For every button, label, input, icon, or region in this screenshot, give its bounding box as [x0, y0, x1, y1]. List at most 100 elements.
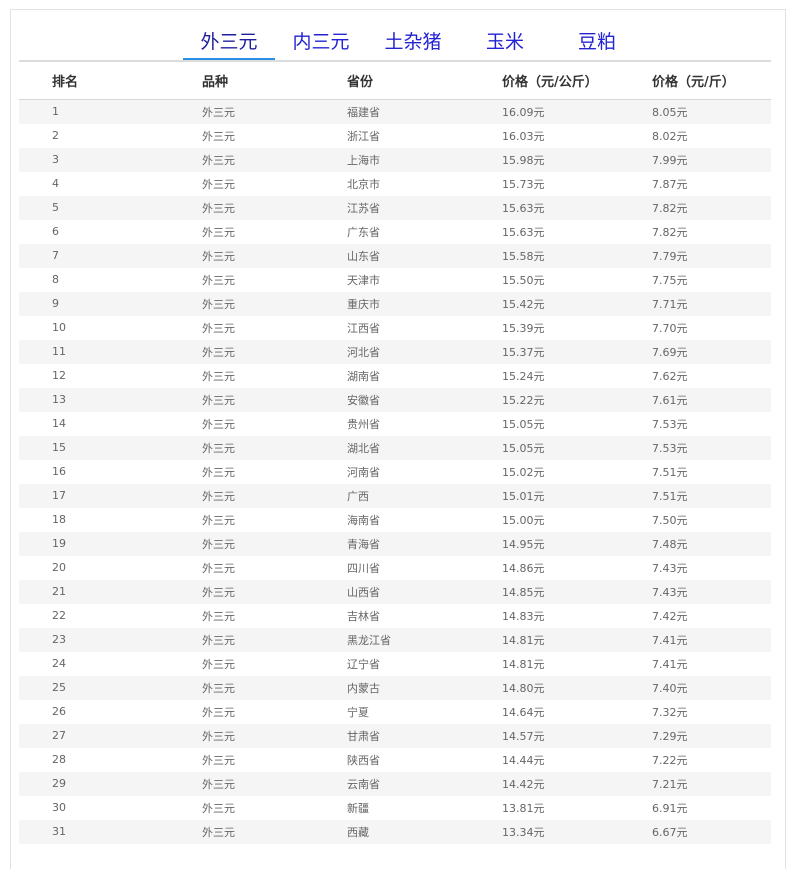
- cell-province: 江西省: [314, 315, 469, 340]
- cell-province: 宁夏: [314, 699, 469, 724]
- cell-variety: 外三元: [169, 603, 314, 628]
- table-row: 7 外三元 山东省 15.58元 7.79元: [19, 243, 771, 268]
- cell-price-per-jin: 7.22元: [619, 747, 771, 772]
- cell-province: 安徽省: [314, 387, 469, 412]
- cell-province: 青海省: [314, 531, 469, 556]
- cell-province: 贵州省: [314, 411, 469, 436]
- cell-variety: 外三元: [169, 219, 314, 244]
- cell-price-per-jin: 7.87元: [619, 171, 771, 196]
- cell-price-per-kg: 15.63元: [469, 195, 619, 220]
- cell-price-per-jin: 7.69元: [619, 339, 771, 364]
- cell-province: 辽宁省: [314, 651, 469, 676]
- cell-price-per-kg: 16.03元: [469, 123, 619, 148]
- cell-variety: 外三元: [169, 99, 314, 124]
- cell-variety: 外三元: [169, 531, 314, 556]
- cell-variety: 外三元: [169, 459, 314, 484]
- cell-rank: 30: [19, 795, 169, 820]
- cell-variety: 外三元: [169, 243, 314, 268]
- header-variety: 品种: [169, 62, 314, 100]
- cell-price-per-jin: 7.62元: [619, 363, 771, 388]
- cell-variety: 外三元: [169, 435, 314, 460]
- header-province: 省份: [314, 62, 469, 100]
- cell-province: 四川省: [314, 555, 469, 580]
- cell-province: 山西省: [314, 579, 469, 604]
- cell-province: 湖北省: [314, 435, 469, 460]
- cell-rank: 19: [19, 531, 169, 556]
- cell-rank: 18: [19, 507, 169, 532]
- table-row: 11 外三元 河北省 15.37元 7.69元: [19, 339, 771, 364]
- cell-price-per-kg: 15.42元: [469, 291, 619, 316]
- table-row: 29 外三元 云南省 14.42元 7.21元: [19, 771, 771, 796]
- table-row: 20 外三元 四川省 14.86元 7.43元: [19, 555, 771, 580]
- table-row: 1 外三元 福建省 16.09元 8.05元: [19, 99, 771, 124]
- cell-province: 福建省: [314, 99, 469, 124]
- cell-price-per-jin: 7.53元: [619, 435, 771, 460]
- cell-rank: 1: [19, 99, 169, 124]
- cell-price-per-kg: 14.42元: [469, 771, 619, 796]
- cell-price-per-kg: 14.64元: [469, 699, 619, 724]
- cell-province: 河北省: [314, 339, 469, 364]
- cell-variety: 外三元: [169, 627, 314, 652]
- cell-province: 天津市: [314, 267, 469, 292]
- cell-price-per-kg: 14.83元: [469, 603, 619, 628]
- cell-rank: 6: [19, 219, 169, 244]
- cell-price-per-jin: 7.53元: [619, 411, 771, 436]
- cell-price-per-kg: 15.01元: [469, 483, 619, 508]
- cell-variety: 外三元: [169, 651, 314, 676]
- cell-rank: 5: [19, 195, 169, 220]
- cell-price-per-kg: 14.86元: [469, 555, 619, 580]
- cell-price-per-kg: 15.02元: [469, 459, 619, 484]
- cell-variety: 外三元: [169, 819, 314, 844]
- cell-price-per-kg: 14.85元: [469, 579, 619, 604]
- cell-rank: 23: [19, 627, 169, 652]
- cell-province: 广东省: [314, 219, 469, 244]
- cell-province: 北京市: [314, 171, 469, 196]
- table-row: 27 外三元 甘肃省 14.57元 7.29元: [19, 723, 771, 748]
- cell-rank: 4: [19, 171, 169, 196]
- cell-price-per-kg: 15.00元: [469, 507, 619, 532]
- cell-price-per-jin: 7.82元: [619, 195, 771, 220]
- table-row: 12 外三元 湖南省 15.24元 7.62元: [19, 363, 771, 388]
- table-row: 25 外三元 内蒙古 14.80元 7.40元: [19, 675, 771, 700]
- cell-rank: 22: [19, 603, 169, 628]
- tab-tu-za-zhu[interactable]: 土杂猪: [367, 28, 459, 61]
- cell-rank: 3: [19, 147, 169, 172]
- tab-yu-mi[interactable]: 玉米: [459, 28, 551, 61]
- cell-variety: 外三元: [169, 411, 314, 436]
- table-row: 6 外三元 广东省 15.63元 7.82元: [19, 219, 771, 244]
- cell-province: 新疆: [314, 795, 469, 820]
- cell-variety: 外三元: [169, 795, 314, 820]
- cell-price-per-kg: 15.73元: [469, 171, 619, 196]
- table-row: 22 外三元 吉林省 14.83元 7.42元: [19, 603, 771, 628]
- cell-price-per-jin: 7.21元: [619, 771, 771, 796]
- cell-variety: 外三元: [169, 699, 314, 724]
- cell-rank: 17: [19, 483, 169, 508]
- cell-rank: 16: [19, 459, 169, 484]
- cell-price-per-kg: 14.81元: [469, 627, 619, 652]
- cell-price-per-kg: 15.24元: [469, 363, 619, 388]
- cell-variety: 外三元: [169, 123, 314, 148]
- tab-dou-po[interactable]: 豆粕: [551, 28, 643, 61]
- cell-province: 内蒙古: [314, 675, 469, 700]
- table-row: 3 外三元 上海市 15.98元 7.99元: [19, 147, 771, 172]
- cell-price-per-kg: 13.34元: [469, 819, 619, 844]
- table-row: 13 外三元 安徽省 15.22元 7.61元: [19, 387, 771, 412]
- cell-price-per-jin: 7.79元: [619, 243, 771, 268]
- header-price-per-kg: 价格（元/公斤）: [469, 62, 619, 100]
- cell-variety: 外三元: [169, 723, 314, 748]
- cell-rank: 27: [19, 723, 169, 748]
- cell-province: 山东省: [314, 243, 469, 268]
- tab-wai-san-yuan[interactable]: 外三元: [183, 28, 275, 61]
- cell-rank: 21: [19, 579, 169, 604]
- tab-nei-san-yuan[interactable]: 内三元: [275, 28, 367, 61]
- cell-price-per-jin: 7.43元: [619, 579, 771, 604]
- cell-price-per-jin: 7.82元: [619, 219, 771, 244]
- table-row: 8 外三元 天津市 15.50元 7.75元: [19, 267, 771, 292]
- cell-price-per-kg: 14.81元: [469, 651, 619, 676]
- table-row: 23 外三元 黑龙江省 14.81元 7.41元: [19, 627, 771, 652]
- cell-price-per-jin: 6.67元: [619, 819, 771, 844]
- cell-price-per-jin: 7.51元: [619, 459, 771, 484]
- cell-price-per-jin: 7.48元: [619, 531, 771, 556]
- table-row: 17 外三元 广西 15.01元 7.51元: [19, 483, 771, 508]
- cell-price-per-kg: 16.09元: [469, 99, 619, 124]
